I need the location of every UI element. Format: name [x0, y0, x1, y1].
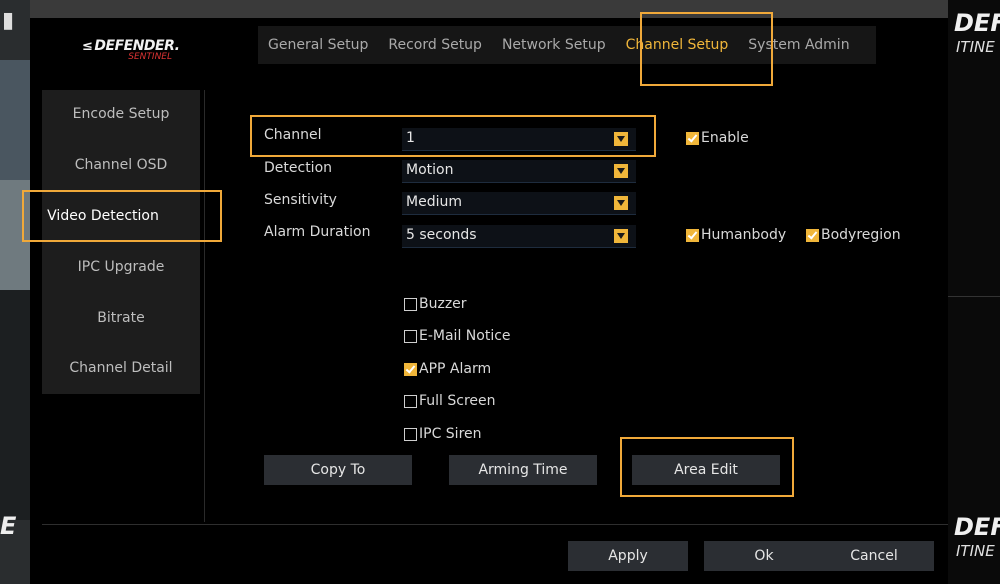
tab-record-setup[interactable]: Record Setup	[378, 26, 492, 64]
highlight-channel-row	[250, 115, 656, 157]
chevron-down-icon	[614, 196, 628, 210]
window-top-bar	[30, 0, 948, 18]
buzzer-label: Buzzer	[419, 296, 467, 312]
email-notice-checkbox[interactable]: E-Mail Notice	[404, 328, 511, 344]
ipc-siren-checkbox[interactable]: IPC Siren	[404, 426, 482, 442]
app-alarm-checkbox[interactable]: APP Alarm	[404, 361, 491, 377]
checkbox-unchecked-icon	[404, 394, 417, 408]
background-sub-top: ITINE	[956, 38, 995, 56]
humanbody-checkbox[interactable]: Humanbody	[686, 227, 786, 243]
sidebar-item-ipc-upgrade[interactable]: IPC Upgrade	[42, 259, 200, 275]
tab-network-setup[interactable]: Network Setup	[492, 26, 616, 64]
sidebar: Encode Setup Channel OSD Video Detection…	[42, 90, 200, 394]
enable-checkbox[interactable]: Enable	[686, 130, 749, 146]
checkbox-unchecked-icon	[404, 329, 417, 343]
chevron-down-icon	[614, 229, 628, 243]
sidebar-item-channel-osd[interactable]: Channel OSD	[42, 157, 200, 173]
full-screen-label: Full Screen	[419, 393, 496, 409]
bodyregion-label: Bodyregion	[821, 227, 901, 243]
checkbox-unchecked-icon	[404, 427, 417, 441]
sidebar-item-channel-detail[interactable]: Channel Detail	[42, 360, 200, 376]
bodyregion-checkbox[interactable]: Bodyregion	[806, 227, 901, 243]
chevron-down-icon	[614, 164, 628, 178]
sidebar-item-encode-setup[interactable]: Encode Setup	[42, 106, 200, 122]
background-brand-bottom: DEF	[954, 513, 1000, 541]
sensitivity-select-value: Medium	[406, 194, 462, 210]
app-alarm-label: APP Alarm	[419, 361, 492, 377]
ipc-siren-label: IPC Siren	[419, 426, 482, 442]
background-glyph-top: ▮	[2, 8, 15, 33]
background-brand-fragment-left: E	[0, 512, 17, 540]
tab-general-setup[interactable]: General Setup	[258, 26, 378, 64]
sensitivity-label: Sensitivity	[264, 192, 337, 208]
cancel-button[interactable]: Cancel	[814, 541, 934, 571]
logo-mark-icon: ≤	[82, 39, 93, 54]
arming-time-button[interactable]: Arming Time	[449, 455, 597, 485]
content-divider-vertical	[204, 90, 205, 522]
checkbox-checked-icon	[686, 228, 699, 242]
sensitivity-select[interactable]: Medium	[402, 192, 636, 215]
highlight-channel-setup-tab	[640, 12, 773, 86]
content-divider-horizontal	[42, 524, 948, 525]
highlight-video-detection	[22, 190, 222, 242]
full-screen-checkbox[interactable]: Full Screen	[404, 393, 496, 409]
highlight-area-edit-button	[620, 437, 794, 497]
top-tab-bar: General Setup Record Setup Network Setup…	[258, 26, 876, 64]
copy-to-button[interactable]: Copy To	[264, 455, 412, 485]
checkbox-checked-icon	[686, 131, 699, 145]
buzzer-checkbox[interactable]: Buzzer	[404, 296, 467, 312]
checkbox-checked-icon	[806, 228, 819, 242]
checkbox-unchecked-icon	[404, 297, 417, 311]
detection-select[interactable]: Motion	[402, 160, 636, 183]
apply-button[interactable]: Apply	[568, 541, 688, 571]
humanbody-label: Humanbody	[701, 227, 787, 243]
email-notice-label: E-Mail Notice	[419, 328, 511, 344]
background-sub-bottom: ITINE	[956, 542, 995, 560]
detection-label: Detection	[264, 160, 333, 176]
checkbox-checked-icon	[404, 362, 417, 376]
background-camera-feed-right: DEF ITINE DEF ITINE	[948, 0, 1000, 584]
alarm-duration-select-value: 5 seconds	[406, 227, 477, 243]
background-brand-top: DEF	[954, 9, 1000, 37]
enable-label: Enable	[701, 130, 749, 146]
sidebar-item-bitrate[interactable]: Bitrate	[42, 310, 200, 326]
defender-logo: ≤ DEFENDER. SENTINEL	[82, 38, 180, 62]
ok-button[interactable]: Ok	[704, 541, 824, 571]
background-camera-feed-left: ▮ E	[0, 0, 30, 584]
alarm-duration-label: Alarm Duration	[264, 224, 371, 240]
alarm-duration-select[interactable]: 5 seconds	[402, 225, 636, 248]
detection-select-value: Motion	[406, 162, 454, 178]
